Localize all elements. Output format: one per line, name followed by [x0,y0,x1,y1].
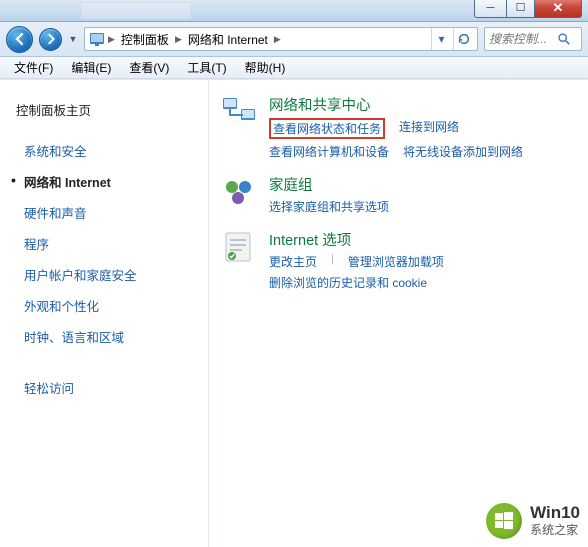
search-icon[interactable] [557,32,571,46]
section-homegroup: 家庭组 选择家庭组和共享选项 [221,174,576,215]
breadcrumb-chevron-icon[interactable]: ▶ [273,34,282,45]
breadcrumb-chevron-icon[interactable]: ▶ [107,34,116,45]
breadcrumb-part-control-panel[interactable]: 控制面板 [118,31,172,48]
sidebar-item-hardware-sound[interactable]: 硬件和声音 [8,197,200,228]
section-title-internet-options[interactable]: Internet 选项 [269,229,569,250]
menu-help[interactable]: 帮助(H) [237,57,294,78]
section-network-sharing: 网络和共享中心 查看网络状态和任务 连接到网络 查看网络计算机和设备 将无线设备… [221,94,576,160]
windows-logo-icon [486,503,522,539]
network-sharing-icon [221,94,257,130]
close-button[interactable]: ✕ [534,0,582,18]
address-bar: ▼ ▶ 控制面板 ▶ 网络和 Internet ▶ ▾ [0,22,588,57]
link-manage-addons[interactable]: 管理浏览器加载项 [348,253,444,270]
nav-back-button[interactable] [6,26,33,53]
search-box[interactable] [484,27,582,51]
section-internet-options: Internet 选项 更改主页 | 管理浏览器加载项 删除浏览的历史记录和 c… [221,229,576,291]
menu-file[interactable]: 文件(F) [6,57,61,78]
sidebar-item-clock-language[interactable]: 时钟、语言和区域 [8,321,200,352]
menu-bar: 文件(F) 编辑(E) 查看(V) 工具(T) 帮助(H) [0,57,588,79]
arrow-left-icon [13,32,27,46]
sidebar-item-ease-of-access[interactable]: 轻松访问 [8,372,200,403]
link-change-homepage[interactable]: 更改主页 [269,253,317,270]
maximize-button[interactable]: ☐ [506,0,534,18]
watermark-line2: 系统之家 [530,521,580,538]
control-panel-icon [89,31,105,47]
section-title-network-sharing[interactable]: 网络和共享中心 [269,94,569,115]
internet-options-icon [221,229,257,265]
sidebar-item-system-security[interactable]: 系统和安全 [8,135,200,166]
watermark-text: Win10 系统之家 [530,504,580,538]
window-titlebar: ─ ☐ ✕ [0,0,588,22]
window-controls: ─ ☐ ✕ [474,0,582,18]
arrow-right-icon [45,33,57,45]
watermark-line1: Win10 [530,504,580,521]
minimize-button[interactable]: ─ [474,0,506,18]
link-view-network-status[interactable]: 查看网络状态和任务 [269,118,385,139]
link-add-wireless-device[interactable]: 将无线设备添加到网络 [403,143,523,160]
menu-view[interactable]: 查看(V) [121,57,177,78]
sidebar-item-network-internet[interactable]: 网络和 Internet [8,166,200,197]
sidebar: 控制面板主页 系统和安全 网络和 Internet 硬件和声音 程序 用户帐户和… [0,80,209,547]
refresh-icon [457,32,471,46]
link-view-computers-devices[interactable]: 查看网络计算机和设备 [269,143,389,160]
sidebar-home[interactable]: 控制面板主页 [8,94,200,125]
menu-tools[interactable]: 工具(T) [179,57,234,78]
nav-forward-button[interactable] [39,28,62,51]
watermark-logo: Win10 系统之家 [486,503,580,539]
link-divider: | [331,253,334,270]
breadcrumb-bar[interactable]: ▶ 控制面板 ▶ 网络和 Internet ▶ ▾ [84,27,478,51]
menu-edit[interactable]: 编辑(E) [63,57,119,78]
nav-history-dropdown[interactable]: ▼ [68,27,78,51]
main-panel: 网络和共享中心 查看网络状态和任务 连接到网络 查看网络计算机和设备 将无线设备… [209,80,588,547]
content-area: 控制面板主页 系统和安全 网络和 Internet 硬件和声音 程序 用户帐户和… [0,79,588,547]
sidebar-item-appearance[interactable]: 外观和个性化 [8,290,200,321]
sidebar-item-user-accounts[interactable]: 用户帐户和家庭安全 [8,259,200,290]
link-delete-history[interactable]: 删除浏览的历史记录和 cookie [269,274,427,291]
homegroup-icon [221,174,257,210]
link-choose-homegroup[interactable]: 选择家庭组和共享选项 [269,198,389,215]
search-input[interactable] [489,32,557,46]
section-title-homegroup[interactable]: 家庭组 [269,174,389,195]
sidebar-item-programs[interactable]: 程序 [8,228,200,259]
breadcrumb-chevron-icon[interactable]: ▶ [174,34,183,45]
breadcrumb-dropdown[interactable]: ▾ [431,28,451,50]
refresh-button[interactable] [453,28,473,50]
breadcrumb-part-network[interactable]: 网络和 Internet [185,31,271,48]
link-connect-network[interactable]: 连接到网络 [399,118,459,139]
